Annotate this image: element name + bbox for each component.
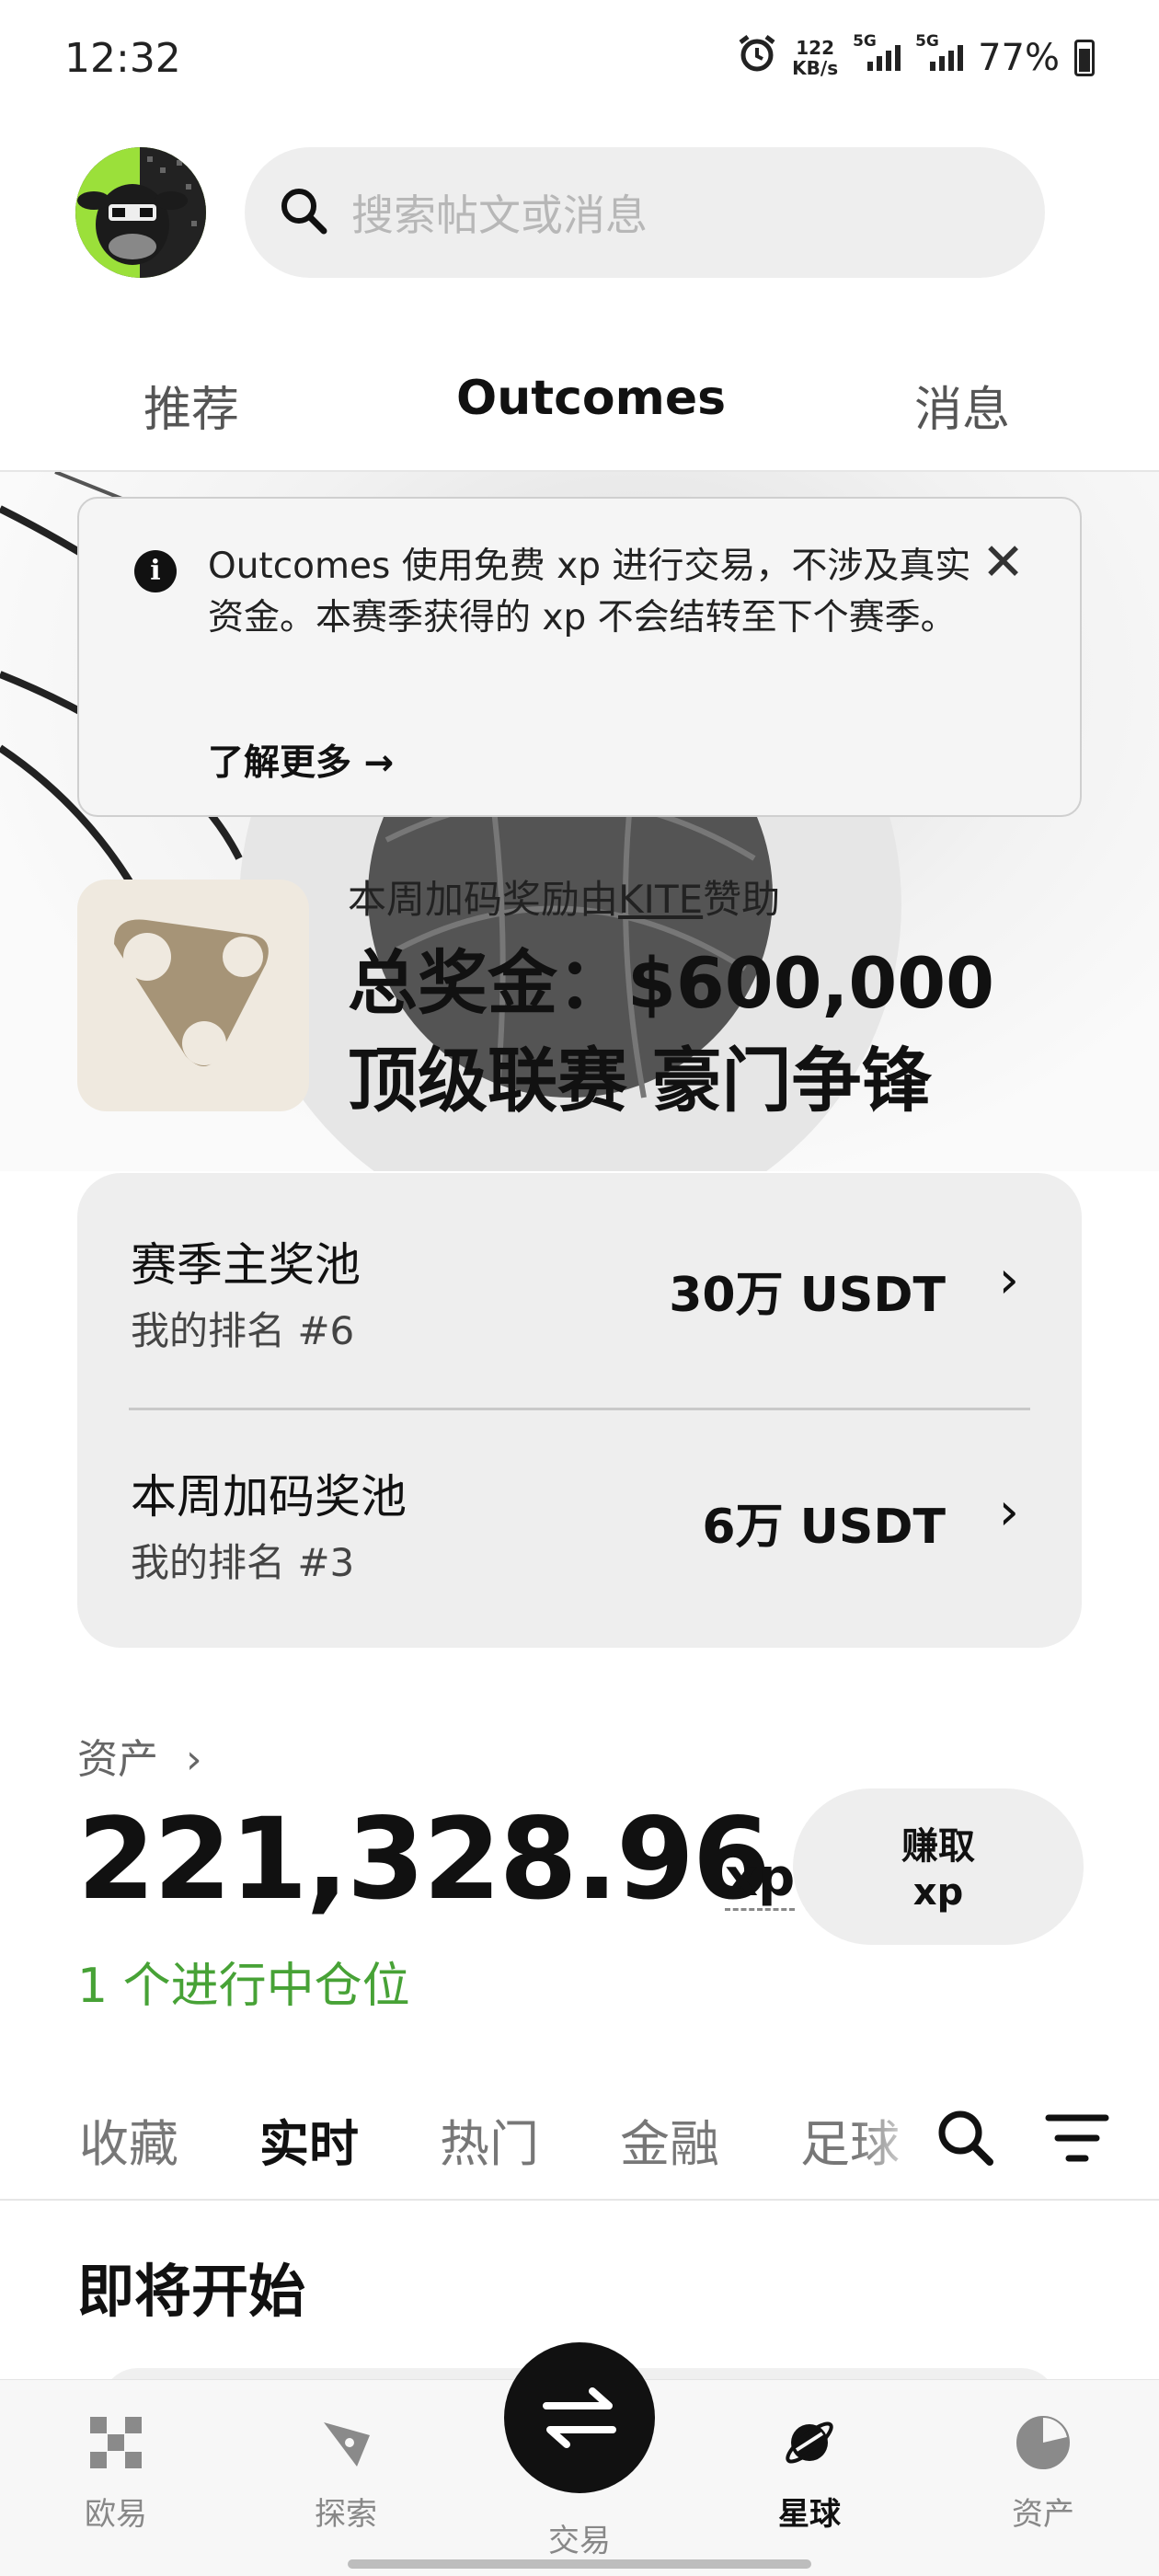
earn-label-line1: 赚取	[901, 1825, 975, 1868]
tab-popular[interactable]: 热门	[440, 2103, 539, 2176]
info-icon: i	[134, 550, 177, 592]
search-placeholder: 搜索帖文或消息	[351, 190, 648, 240]
compass-icon	[316, 2413, 375, 2472]
net-speed-unit: KB/s	[792, 57, 839, 79]
nav-label-trade: 交易	[548, 2523, 611, 2559]
swap-arrows-icon	[543, 2387, 616, 2448]
assets-unit[interactable]: xp	[725, 1849, 796, 1911]
avatar[interactable]	[75, 147, 206, 278]
learn-more-link[interactable]: 了解更多 →	[208, 734, 394, 786]
search-input[interactable]: 搜索帖文或消息	[245, 147, 1045, 278]
nav-okx[interactable]: 欧易	[52, 2413, 180, 2534]
chevron-right-icon: ›	[998, 1250, 1019, 1310]
search-icon	[278, 185, 329, 240]
section-title: 即将开始	[77, 2258, 306, 2325]
nav-explore[interactable]: 探索	[281, 2413, 410, 2534]
tab-favorites[interactable]: 收藏	[79, 2103, 178, 2176]
pool-rank: 我的排名 #3	[131, 1540, 355, 1585]
nav-label: 欧易	[85, 2496, 147, 2533]
tabs-fade	[855, 2096, 929, 2188]
nav-label: 探索	[315, 2496, 377, 2533]
signal-label: 5G	[915, 32, 939, 51]
tab-recommend[interactable]: 推荐	[143, 371, 239, 440]
status-time: 12:32	[64, 35, 181, 82]
battery-icon	[1074, 40, 1095, 76]
prize-pools-card: 赛季主奖池 我的排名 #6 30万 USDT › 本周加码奖池 我的排名 #3 …	[77, 1173, 1082, 1648]
sponsor-suffix: 赞助	[703, 877, 781, 922]
nav-assets[interactable]: 资产	[979, 2413, 1107, 2534]
pool-amount: 6万 USDT	[702, 1500, 946, 1555]
hero-title-line2: 顶级联赛 豪门争锋	[348, 1040, 932, 1121]
tab-live[interactable]: 实时	[259, 2103, 359, 2176]
earn-xp-button[interactable]: 赚取 xp	[793, 1788, 1084, 1945]
earn-label-line2: xp	[912, 1871, 964, 1914]
signal-icon: 5G	[915, 32, 964, 71]
tab-finance[interactable]: 金融	[620, 2103, 719, 2176]
chevron-right-icon: ›	[998, 1482, 1019, 1542]
pool-row-weekly[interactable]: 本周加码奖池 我的排名 #3 6万 USDT ›	[77, 1405, 1082, 1635]
signal-icon: 5G	[853, 32, 901, 71]
nav-label: 星球	[778, 2496, 841, 2533]
pool-row-season[interactable]: 赛季主奖池 我的排名 #6 30万 USDT ›	[77, 1173, 1082, 1403]
top-tabs: 推荐 Outcomes 消息	[0, 354, 1159, 472]
tab-messages[interactable]: 消息	[914, 371, 1010, 440]
sponsor-name-link[interactable]: KITE	[618, 877, 703, 922]
close-icon[interactable]: ✕	[981, 537, 1025, 589]
chevron-right-icon: ›	[186, 1736, 202, 1783]
pool-rank: 我的排名 #6	[131, 1308, 355, 1353]
signal-label: 5G	[853, 32, 877, 51]
pie-chart-icon	[1014, 2413, 1073, 2472]
sponsor-line: 本周加码奖励由KITE赞助	[348, 868, 780, 925]
status-icons: 122 KB/s 5G 5G 77%	[737, 32, 1095, 83]
trade-button[interactable]	[504, 2342, 655, 2493]
filter-icon[interactable]	[1045, 2110, 1109, 2169]
net-speed-value: 122	[796, 37, 834, 59]
search-icon[interactable]	[935, 2107, 995, 2171]
planet-icon	[780, 2413, 839, 2472]
pool-amount: 30万 USDT	[669, 1268, 946, 1323]
home-indicator[interactable]	[348, 2559, 811, 2569]
hero-title-line1: 总奖金：$600,000	[348, 942, 995, 1024]
category-tabs: 收藏 实时 热门 金融 足球	[0, 2096, 1159, 2201]
assets-label: 资产	[77, 1736, 158, 1783]
assets-link[interactable]: 资产 ›	[77, 1726, 202, 1785]
nav-label: 资产	[1012, 2496, 1074, 2533]
pool-name: 赛季主奖池	[131, 1238, 361, 1292]
sponsor-logo	[77, 880, 309, 1111]
nav-planet[interactable]: 星球	[745, 2413, 874, 2534]
sponsor-prefix: 本周加码奖励由	[348, 877, 619, 922]
info-notice: i Outcomes 使用免费 xp 进行交易，不涉及真实资金。本赛季获得的 x…	[77, 497, 1082, 817]
open-positions-link[interactable]: 1 个进行中仓位	[77, 1947, 410, 2016]
network-speed: 122 KB/s	[792, 38, 838, 78]
tab-outcomes[interactable]: Outcomes	[456, 371, 726, 426]
alarm-icon	[737, 33, 777, 83]
assets-value: 221,328.96	[77, 1794, 771, 1925]
hero-title: 总奖金：$600,000 顶级联赛 豪门争锋	[348, 935, 994, 1130]
battery-percent: 77%	[978, 37, 1060, 79]
okx-logo-icon	[86, 2413, 145, 2472]
notice-text: Outcomes 使用免费 xp 进行交易，不涉及真实资金。本赛季获得的 xp …	[208, 546, 971, 638]
pool-name: 本周加码奖池	[131, 1470, 407, 1524]
